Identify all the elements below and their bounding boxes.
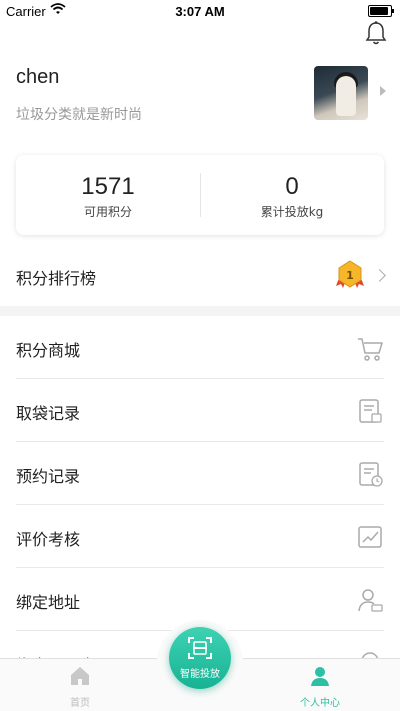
stat-points-value: 1571 xyxy=(81,173,135,200)
battery-icon xyxy=(368,5,394,17)
profile-name: chen xyxy=(16,66,60,88)
menu-item-label: 评价考核 xyxy=(16,530,81,549)
cart-icon xyxy=(358,338,383,361)
menu-item-label: 取袋记录 xyxy=(16,404,81,423)
tab-personal-center-label: 个人中心 xyxy=(300,698,340,709)
menu-item-label: 绑定地址 xyxy=(16,593,81,612)
status-bar: Carrier 3:07 AM xyxy=(0,0,400,22)
menu-item-mall[interactable]: 积分商城 xyxy=(0,316,400,379)
avatar[interactable] xyxy=(314,66,368,120)
menu-item-label: 预约记录 xyxy=(16,467,81,486)
scan-icon xyxy=(188,637,212,659)
medal-number: 1 xyxy=(346,269,354,282)
tab-personal-center[interactable]: 个人中心 xyxy=(240,659,400,711)
chevron-right-icon xyxy=(373,269,386,282)
stat-points-label: 可用积分 xyxy=(83,205,132,219)
menu-item-evaluation[interactable]: 评价考核 xyxy=(0,505,400,568)
menu-item-bag-record[interactable]: 取袋记录 xyxy=(0,379,400,442)
user-address-icon xyxy=(358,589,383,612)
smart-drop-button[interactable]: 智能投放 xyxy=(169,627,231,689)
stat-points[interactable]: 1571 可用积分 xyxy=(16,173,200,220)
stats-card: 1571 可用积分 0 累计投放kg xyxy=(16,155,384,235)
section-divider xyxy=(0,306,400,316)
clock: 3:07 AM xyxy=(175,4,225,19)
menu-item-label: 积分商城 xyxy=(16,341,81,360)
stat-weight-value: 0 xyxy=(285,173,299,200)
menu-item-appointment-record[interactable]: 预约记录 xyxy=(0,442,400,505)
home-icon xyxy=(71,667,89,685)
bell-icon[interactable] xyxy=(364,20,388,48)
ranking-label: 积分排行榜 xyxy=(16,269,97,288)
profile-slogan: 垃圾分类就是新时尚 xyxy=(16,107,142,123)
appointment-record-icon xyxy=(359,462,383,487)
smart-drop-label: 智能投放 xyxy=(180,669,220,680)
tab-home-label: 首页 xyxy=(70,698,90,709)
bag-record-icon xyxy=(359,399,382,423)
medal-icon: 1 xyxy=(336,260,364,288)
person-icon xyxy=(311,667,329,686)
stat-weight[interactable]: 0 累计投放kg xyxy=(200,173,384,220)
stat-weight-label: 累计投放kg xyxy=(260,205,324,219)
evaluation-chart-icon xyxy=(358,526,382,548)
tab-home[interactable]: 首页 xyxy=(0,659,160,711)
ranking-row[interactable]: 积分排行榜 1 xyxy=(0,248,400,304)
profile-arrow-icon[interactable] xyxy=(380,86,386,96)
